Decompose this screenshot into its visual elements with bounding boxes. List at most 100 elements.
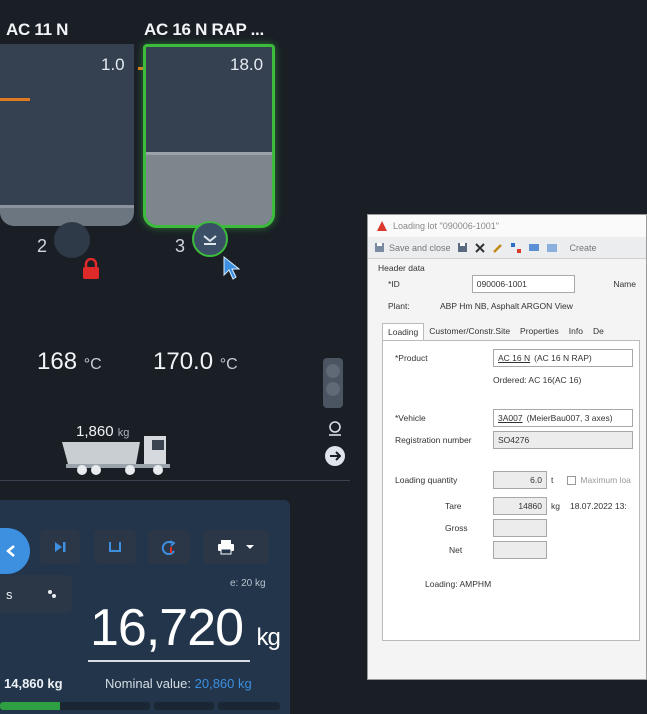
traffic-light-bottom-dot — [326, 382, 340, 396]
loading-lot-dialog: Loading lot "090006-1001" Save and close… — [367, 214, 647, 680]
print-button[interactable] — [203, 530, 269, 564]
zoom-icon[interactable] — [326, 420, 344, 443]
loading-status: Loading: AMPHM — [425, 579, 492, 589]
header-section-label: Header data — [378, 263, 425, 273]
save-icon — [375, 243, 384, 252]
product-field[interactable]: AC 16 N (AC 16 N RAP) — [493, 349, 633, 367]
save-icon[interactable] — [457, 242, 468, 253]
blue-round-button[interactable] — [0, 528, 30, 574]
silo-1-discharge-button[interactable] — [54, 222, 90, 258]
scale-left-value: 14,860 kg — [4, 676, 63, 691]
net-field[interactable] — [493, 541, 547, 559]
printer-icon — [218, 540, 234, 555]
tree-icon[interactable] — [510, 242, 522, 254]
truck-icon — [60, 428, 178, 483]
scale-weight-value: 16,720 — [90, 599, 244, 657]
traffic-light-button[interactable] — [323, 358, 343, 408]
max-load-checkbox[interactable] — [567, 475, 577, 485]
delete-icon[interactable] — [474, 242, 486, 254]
silo-2-level — [146, 153, 272, 225]
chevron-down-icon — [246, 545, 254, 549]
vehicle-label: *Vehicle — [395, 413, 426, 423]
silo-2-title: AC 16 N RAP ... — [144, 20, 264, 39]
product-code-link[interactable]: AC 16 N — [498, 353, 530, 363]
loading-quantity-field[interactable]: 6.0 — [493, 471, 547, 489]
skip-next-button[interactable] — [40, 530, 80, 564]
tare-label: Tare — [445, 501, 462, 511]
settings-icon — [48, 590, 56, 598]
grid-icon[interactable] — [546, 242, 558, 254]
tab-info[interactable]: Info — [564, 323, 588, 340]
bucket-icon — [109, 542, 121, 552]
silo-2-discharge-button[interactable] — [192, 221, 228, 257]
silo-2-fill-value: 18.0 — [230, 55, 264, 74]
loading-quantity-unit: t — [551, 475, 554, 485]
unload-button[interactable] — [94, 530, 136, 564]
weight-underline — [88, 660, 250, 662]
silo-1-title: AC 11 N — [6, 20, 69, 39]
tare-unit: kg — [551, 501, 560, 511]
registration-field[interactable]: SO4276 — [493, 431, 633, 449]
gross-field[interactable] — [493, 519, 547, 537]
vehicle-name: (MeierBau007, 3 axes) — [526, 413, 613, 423]
tab-customer[interactable]: Customer/Constr.Site — [424, 323, 515, 340]
reset-button[interactable] — [148, 530, 190, 564]
silo-2-level-top — [146, 152, 272, 155]
arrow-right-icon[interactable] — [325, 446, 345, 466]
tab-bar: Loading Customer/Constr.Site Properties … — [382, 323, 640, 341]
chevron-down-icon — [203, 235, 217, 245]
vehicle-code-link[interactable]: 3A007 — [498, 413, 523, 423]
chevron-left-icon — [6, 545, 15, 557]
dialog-toolbar: Save and close Create — [368, 237, 646, 259]
silo-1-fill-value: 1.0 — [101, 55, 125, 74]
silo-1-marker-left — [0, 98, 30, 101]
product-label: *Product — [395, 353, 428, 363]
vehicle-field[interactable]: 3A007 (MeierBau007, 3 axes) — [493, 409, 633, 427]
progress-fill — [0, 702, 60, 710]
tab-loading[interactable]: Loading — [382, 323, 425, 340]
tare-date: 18.07.2022 13: — [569, 501, 627, 511]
monitor-icon[interactable] — [528, 242, 540, 254]
product-name: (AC 16 N RAP) — [534, 353, 592, 363]
net-label: Net — [449, 545, 463, 555]
silo-1-temperature: 168 °C — [37, 348, 102, 376]
progress-segment-1 — [0, 702, 150, 710]
plant-label: Plant: — [388, 301, 410, 311]
ordered-text: Ordered: AC 16(AC 16) — [493, 375, 582, 385]
divider — [0, 480, 350, 481]
dialog-title: Loading lot "090006-1001" — [393, 221, 499, 231]
skip-next-icon — [55, 542, 66, 552]
id-label: *ID — [388, 279, 400, 289]
tab-properties[interactable]: Properties — [515, 323, 564, 340]
tare-field[interactable]: 14860 — [493, 497, 547, 515]
silo-2-temperature: 170.0 °C — [153, 348, 238, 376]
mouse-cursor-icon — [222, 255, 241, 286]
loading-quantity-label: Loading quantity — [395, 475, 458, 485]
silo-1-number: 2 — [37, 236, 48, 256]
nominal-value: Nominal value: 20,860 kg — [105, 676, 252, 691]
id-field[interactable]: 090006-1001 — [471, 275, 576, 293]
name-label: Name — [613, 279, 636, 289]
silo-2-number: 3 — [175, 236, 186, 256]
scale-select-label: s — [6, 586, 13, 602]
scale-select-button[interactable]: s — [0, 575, 72, 613]
traffic-light-top-dot — [326, 364, 340, 378]
app-logo-icon — [377, 221, 387, 231]
lock-icon — [82, 257, 100, 285]
tab-more[interactable]: De — [588, 323, 609, 340]
plant-value: ABP Hm NB, Asphalt ARGON View — [440, 301, 573, 311]
header-section: Header data *ID 090006-1001 Name Plant: … — [368, 259, 646, 315]
gross-label: Gross — [445, 523, 468, 533]
silo-1-temperature-unit: °C — [83, 356, 102, 373]
silo-2-temperature-value: 170.0 — [153, 348, 214, 375]
dialog-titlebar: Loading lot "090006-1001" — [368, 215, 646, 237]
loading-tab-content: *Product AC 16 N (AC 16 N RAP) Ordered: … — [382, 341, 640, 641]
registration-label: Registration number — [395, 435, 472, 445]
scale-increment: e: 20 kg — [230, 578, 266, 589]
silo-1-level-top — [0, 205, 134, 208]
save-close-button[interactable]: Save and close — [374, 242, 451, 253]
create-button[interactable]: Create — [570, 243, 597, 253]
max-load-label: Maximum loa — [580, 475, 631, 485]
edit-icon[interactable] — [492, 242, 504, 254]
save-close-label: Save and close — [389, 242, 451, 253]
